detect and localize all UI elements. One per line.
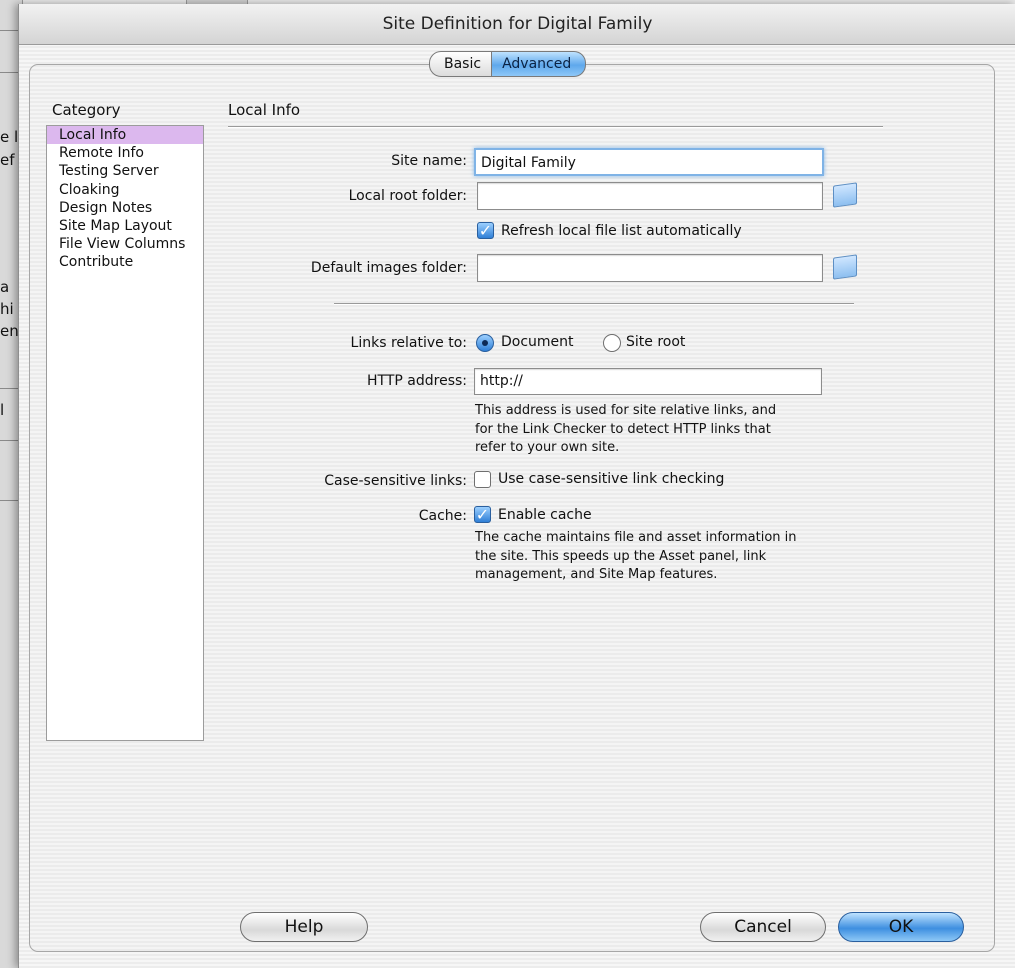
background-text: a — [0, 278, 10, 296]
help-line: The cache maintains file and asset infor… — [475, 530, 797, 545]
site-name-label: Site name: — [391, 153, 467, 169]
default-images-folder-field[interactable] — [477, 254, 823, 282]
section-divider — [228, 126, 883, 128]
category-list[interactable]: Local Info Remote Info Testing Server Cl… — [46, 125, 204, 741]
help-button[interactable]: Help — [240, 912, 368, 942]
category-item-contribute[interactable]: Contribute — [47, 253, 203, 271]
site-name-field[interactable]: Digital Family — [474, 148, 824, 176]
options-divider — [334, 303, 854, 305]
category-item-site-map-layout[interactable]: Site Map Layout — [47, 217, 203, 235]
help-line: refer to your own site. — [475, 440, 620, 455]
category-item-local-info[interactable]: Local Info — [47, 126, 203, 145]
background-text: e l — [0, 128, 19, 146]
help-line: This address is used for site relative l… — [475, 403, 777, 418]
tab-advanced[interactable]: Advanced — [492, 51, 587, 77]
case-sensitive-checkbox-label: Use case-sensitive link checking — [498, 471, 725, 487]
links-relative-label: Links relative to: — [350, 335, 467, 351]
tab-basic[interactable]: Basic — [429, 51, 493, 77]
category-item-remote-info[interactable]: Remote Info — [47, 144, 203, 162]
tab-bar: Basic Advanced — [429, 51, 587, 77]
http-address-label: HTTP address: — [367, 373, 467, 389]
dialog-title: Site Definition for Digital Family — [19, 4, 1015, 45]
enable-cache-checkbox-label: Enable cache — [498, 507, 592, 523]
http-address-field[interactable]: http:// — [474, 368, 822, 395]
enable-cache-checkbox[interactable]: ✓ — [474, 506, 491, 523]
document-radio[interactable] — [476, 334, 494, 352]
cache-help: The cache maintains file and asset infor… — [475, 529, 797, 585]
http-address-help: This address is used for site relative l… — [475, 402, 776, 458]
browse-folder-icon[interactable] — [833, 254, 857, 280]
local-root-folder-label: Local root folder: — [348, 188, 467, 204]
document-radio-label: Document — [501, 334, 574, 350]
cancel-button[interactable]: Cancel — [700, 912, 826, 942]
background-text: l — [0, 401, 5, 419]
background-text: hi — [0, 300, 14, 318]
case-sensitive-checkbox[interactable] — [474, 471, 491, 488]
section-title: Local Info — [228, 101, 301, 119]
refresh-checkbox-label: Refresh local file list automatically — [501, 223, 742, 239]
site-root-radio[interactable] — [603, 334, 621, 352]
help-line: for the Link Checker to detect HTTP link… — [475, 421, 771, 437]
background-text: ef — [0, 151, 15, 169]
browse-folder-icon[interactable] — [833, 182, 857, 208]
case-sensitive-label: Case-sensitive links: — [324, 473, 467, 489]
category-item-design-notes[interactable]: Design Notes — [47, 199, 203, 217]
default-images-folder-label: Default images folder: — [310, 260, 467, 276]
category-item-file-view-columns[interactable]: File View Columns — [47, 235, 203, 253]
site-root-radio-label: Site root — [626, 334, 686, 350]
help-line: management, and Site Map features. — [475, 567, 718, 582]
category-heading: Category — [52, 101, 121, 119]
cache-label: Cache: — [418, 508, 467, 524]
ok-button[interactable]: OK — [838, 912, 964, 942]
category-item-testing-server[interactable]: Testing Server — [47, 162, 203, 180]
category-item-cloaking[interactable]: Cloaking — [47, 181, 203, 199]
background-text: en — [0, 322, 19, 340]
local-root-folder-field[interactable] — [477, 182, 823, 210]
help-line: the site. This speeds up the Asset panel… — [475, 548, 767, 564]
refresh-checkbox[interactable]: ✓ — [477, 222, 494, 239]
